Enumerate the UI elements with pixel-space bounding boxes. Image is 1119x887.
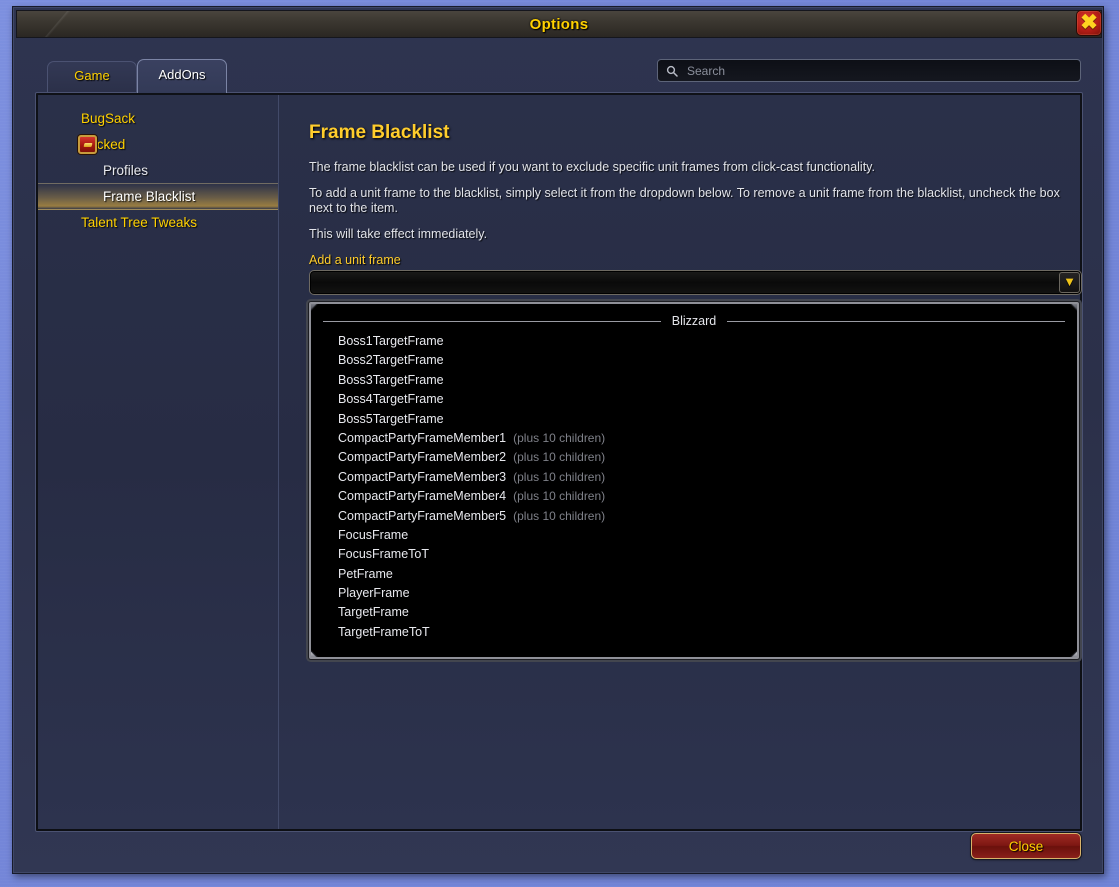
section-header-label: Blizzard [671, 314, 717, 328]
sidebar-item-label: BugSack [81, 110, 136, 126]
frame-list-panel: Blizzard Boss1TargetFrame Boss2TargetFram… [309, 302, 1079, 659]
sidebar-item-bugsack[interactable]: BugSack [38, 105, 278, 131]
frame-list-item[interactable]: CompactPartyFrameMember3 (plus 10 childre… [311, 470, 1077, 489]
chevron-down-glyph: ▼ [1063, 274, 1076, 289]
frame-list-item-name: FocusFrame [338, 527, 409, 542]
frame-list-item-name: Boss2TargetFrame [338, 353, 444, 368]
frame-list-item[interactable]: Boss3TargetFrame [311, 373, 1077, 392]
frame-list-item-name: CompactPartyFrameMember5 [338, 508, 507, 523]
frame-list-item-name: TargetFrameToT [338, 624, 430, 639]
frame-list-rows: Boss1TargetFrame Boss2TargetFrame Boss3Tar… [311, 334, 1077, 644]
window-title-bar: Options [16, 10, 1102, 38]
frame-list-item-name: CompactPartyFrameMember2 [338, 450, 507, 465]
tab-strip: Game AddOns [47, 59, 227, 93]
frame-list-item-name: Boss1TargetFrame [338, 334, 444, 348]
sidebar-item-label: Frame Blacklist [103, 189, 196, 204]
chevron-down-icon[interactable]: ▼ [1059, 272, 1080, 293]
main-body-panel: BugSack Clicked Profiles Frame Blacklist… [35, 92, 1083, 832]
frame-list-item-name: Boss3TargetFrame [338, 372, 444, 387]
sidebar: BugSack Clicked Profiles Frame Blacklist… [38, 95, 279, 829]
description-paragraph-1: The frame blacklist can be used if you w… [309, 160, 875, 174]
corner-ornament-icon [1069, 649, 1077, 657]
frame-list-item[interactable]: Boss2TargetFrame [311, 353, 1077, 372]
frame-list-item[interactable]: CompactPartyFrameMember2 (plus 10 childre… [311, 450, 1077, 469]
close-x-glyph: ✖ [1080, 10, 1098, 34]
frame-list-item-note: (plus 10 children) [513, 450, 606, 465]
description-paragraph-2: To add a unit frame to the blacklist, si… [309, 186, 1060, 215]
frame-list-item[interactable]: CompactPartyFrameMember1 (plus 10 childre… [311, 431, 1077, 450]
close-button-label: Close [1008, 838, 1044, 854]
frame-list-item-name: PlayerFrame [338, 586, 410, 601]
addon-icon [78, 135, 97, 154]
frame-list-item[interactable]: TargetFrameToT [311, 625, 1077, 644]
sidebar-item-clicked[interactable]: Clicked [38, 131, 278, 157]
frame-list-item-name: CompactPartyFrameMember3 [338, 469, 507, 484]
frame-list-item[interactable]: CompactPartyFrameMember4 (plus 10 childre… [311, 489, 1077, 508]
close-x-icon[interactable]: ✖ [1076, 10, 1102, 36]
frame-list-item[interactable]: Boss5TargetFrame [311, 412, 1077, 431]
corner-ornament-icon [311, 649, 319, 657]
frame-list-item[interactable]: CompactPartyFrameMember5 (plus 10 childre… [311, 509, 1077, 528]
frame-list-item-name: CompactPartyFrameMember4 [338, 489, 507, 504]
sidebar-item-label: Profiles [103, 162, 149, 178]
section-rule-right [727, 320, 1065, 322]
tab-addons-label: AddOns [158, 67, 206, 82]
list-section-header: Blizzard [311, 310, 1077, 334]
frame-list-item[interactable]: FocusFrame [311, 528, 1077, 547]
page-title: Frame Blacklist [309, 122, 450, 143]
frame-list-item-name: TargetFrame [338, 605, 409, 620]
frame-list-item[interactable]: Boss1TargetFrame [311, 334, 1077, 353]
frame-list-item-note: (plus 10 children) [513, 430, 606, 445]
frame-list-item-note: (plus 10 children) [513, 469, 606, 484]
frame-list-item[interactable]: TargetFrame [311, 605, 1077, 624]
frame-list-item-name: Boss5TargetFrame [338, 411, 444, 426]
section-rule-left [323, 320, 661, 322]
sidebar-item-talent-tree-tweaks[interactable]: Talent Tree Tweaks [38, 209, 278, 235]
frame-list-item-note: (plus 10 children) [513, 489, 606, 504]
add-unit-frame-label: Add a unit frame [309, 253, 401, 267]
close-button[interactable]: Close [971, 833, 1081, 859]
options-window: Options ✖ Game AddOns BugSack [12, 6, 1104, 874]
frame-list-item-name: CompactPartyFrameMember1 [338, 430, 507, 445]
unit-frame-dropdown[interactable]: ▼ [309, 270, 1082, 295]
frame-list-item-name: FocusFrameToT [338, 547, 429, 562]
search-box[interactable] [657, 59, 1081, 82]
frame-list-item[interactable]: Boss4TargetFrame [311, 392, 1077, 411]
frame-list-item[interactable]: FocusFrameToT [311, 547, 1077, 566]
frame-list-item-name: PetFrame [338, 566, 393, 581]
content-area: Frame Blacklist The frame blacklist can … [279, 95, 1102, 829]
window-title: Options [529, 15, 589, 33]
search-input[interactable] [685, 62, 1072, 79]
sidebar-item-profiles[interactable]: Profiles [38, 157, 278, 183]
search-icon [666, 65, 678, 77]
sidebar-item-label: Talent Tree Tweaks [81, 214, 198, 230]
tab-addons[interactable]: AddOns [137, 59, 227, 93]
frame-list-item[interactable]: PetFrame [311, 567, 1077, 586]
frame-list-item-name: Boss4TargetFrame [338, 392, 444, 407]
frame-list-item-note: (plus 10 children) [513, 508, 606, 523]
tab-game[interactable]: Game [47, 61, 137, 93]
tab-game-label: Game [74, 68, 110, 83]
description-paragraph-3: This will take effect immediately. [309, 227, 488, 241]
frame-list-item[interactable]: PlayerFrame [311, 586, 1077, 605]
sidebar-item-frame-blacklist[interactable]: Frame Blacklist [38, 183, 278, 209]
